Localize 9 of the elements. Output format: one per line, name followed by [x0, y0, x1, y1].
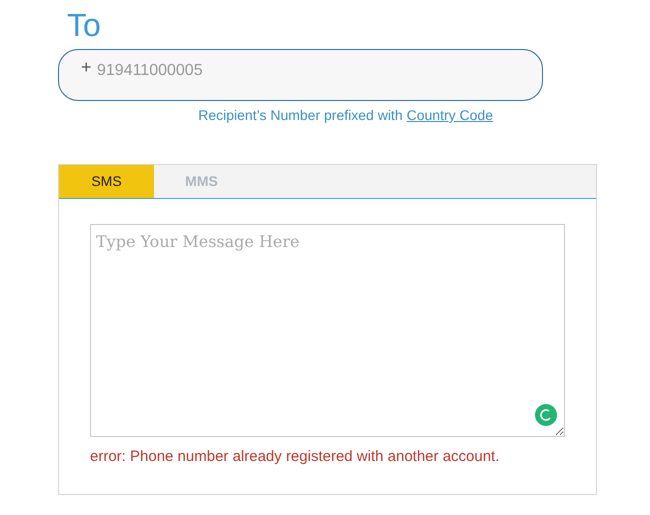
message-field[interactable]: Type Your Message Here [90, 224, 565, 437]
tab[interactable]: SMS [59, 165, 154, 198]
circle-arc-icon [535, 404, 557, 426]
error-message: error: Phone number already registered with another account. [90, 447, 500, 467]
heading: To [66, 6, 101, 44]
plus-prefix: + [81, 57, 92, 77]
tab[interactable]: MMS [154, 165, 249, 198]
country-code-link[interactable]: Country Code [406, 105, 493, 126]
hint-text: Recipient’s Number prefixed with [198, 106, 403, 125]
